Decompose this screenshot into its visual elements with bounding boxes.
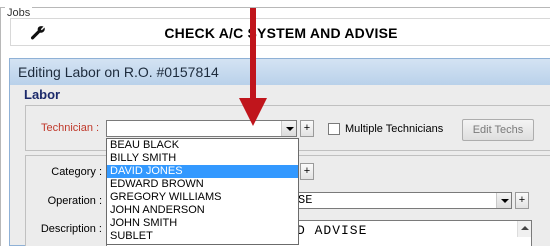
multiple-technicians-label: Multiple Technicians <box>345 123 444 135</box>
multiple-technicians-checkbox[interactable] <box>328 123 340 135</box>
dropdown-item-selected[interactable]: DAVID JONES <box>107 165 298 178</box>
description-value: D ADVISE <box>297 223 368 238</box>
technician-label: Technician : <box>41 122 100 134</box>
chevron-down-icon[interactable] <box>496 193 511 208</box>
dropdown-item[interactable]: GREGORY WILLIAMS <box>107 191 298 204</box>
add-category-button[interactable]: + <box>300 163 314 180</box>
dropdown-item[interactable]: EDWARD BROWN <box>107 178 298 191</box>
dropdown-item[interactable]: BEAU BLACK <box>107 139 298 152</box>
job-row[interactable]: CHECK A/C SYSTEM AND ADVISE <box>10 18 550 46</box>
chevron-down-icon[interactable] <box>281 121 296 136</box>
dropdown-item[interactable]: BILLY SMITH <box>107 152 298 165</box>
operation-label: Operation : <box>47 195 102 207</box>
dropdown-item[interactable]: SUBLET <box>107 230 298 243</box>
dialog-titlebar[interactable]: Editing Labor on R.O. #0157814 <box>10 59 550 85</box>
add-technician-button[interactable]: + <box>300 120 314 137</box>
description-label: Description : <box>40 223 102 235</box>
category-label: Category : <box>51 166 102 178</box>
dropdown-item[interactable]: JOHN ANDERSON <box>107 204 298 217</box>
dropdown-item[interactable]: JOHN SMITH <box>107 217 298 230</box>
add-operation-button[interactable]: + <box>515 192 529 209</box>
scroll-up-icon[interactable] <box>517 221 531 237</box>
edit-techs-button[interactable]: Edit Techs <box>462 119 534 141</box>
labor-heading: Labor <box>24 87 61 102</box>
annotation-arrow-icon <box>239 8 267 126</box>
job-title: CHECK A/C SYSTEM AND ADVISE <box>164 25 398 41</box>
dialog-title: Editing Labor on R.O. #0157814 <box>18 64 219 80</box>
technician-dropdown-list[interactable]: BEAU BLACK BILLY SMITH DAVID JONES EDWAR… <box>106 138 299 245</box>
operation-value: SE <box>298 193 313 207</box>
